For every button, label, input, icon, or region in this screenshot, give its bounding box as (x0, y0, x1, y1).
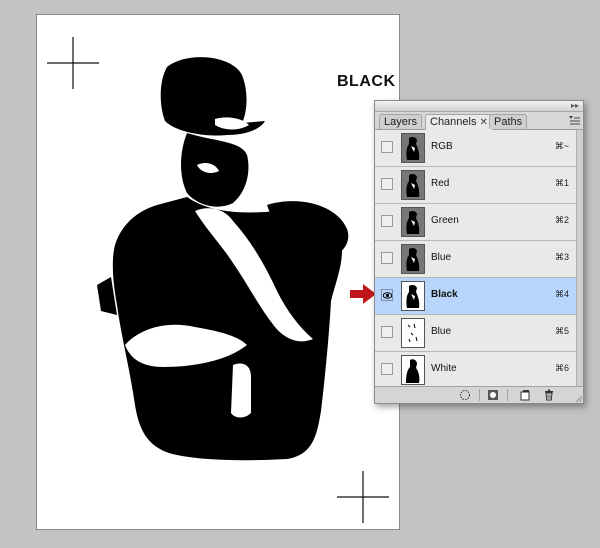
channel-row-blue-spot[interactable]: Blue ⌘5 (375, 315, 583, 352)
panel-menu-icon[interactable] (568, 115, 580, 126)
load-selection-icon[interactable] (457, 389, 473, 401)
panel-titlebar[interactable]: ▸▸ (375, 101, 583, 112)
channel-shortcut: ⌘2 (554, 215, 569, 225)
channel-name: Black (431, 289, 458, 300)
channel-row-black[interactable]: Black ⌘4 (375, 278, 583, 315)
channel-row-rgb[interactable]: RGB ⌘~ (375, 130, 583, 167)
channel-shortcut: ⌘6 (554, 363, 569, 373)
visibility-toggle[interactable] (381, 363, 393, 375)
channel-thumbnail (401, 170, 425, 200)
new-channel-icon[interactable] (517, 389, 533, 401)
channel-row-green[interactable]: Green ⌘2 (375, 204, 583, 241)
tab-layers-label: Layers (384, 116, 418, 128)
channel-thumbnail (401, 133, 425, 163)
channel-shortcut: ⌘4 (554, 289, 569, 299)
channel-name: Blue (431, 252, 452, 263)
tab-layers[interactable]: Layers (379, 114, 423, 129)
footer-divider (479, 389, 480, 401)
trash-icon[interactable] (541, 389, 557, 401)
registration-mark-bottom-right (337, 471, 389, 523)
channel-thumbnail (401, 244, 425, 274)
tab-channels-label: Channels (430, 116, 477, 128)
channel-thumbnail (401, 207, 425, 237)
registration-mark-top-left (47, 37, 99, 89)
tab-paths[interactable]: Paths (489, 114, 528, 129)
channel-shortcut: ⌘3 (554, 252, 569, 262)
panel-tabs: Layers Channels ✕ Paths (375, 112, 583, 130)
footer-divider (507, 389, 508, 401)
collapse-icon[interactable]: ▸▸ (571, 101, 579, 111)
channel-list: RGB ⌘~ Red ⌘1 Green ⌘2 Blue ⌘3 Black ⌘4 … (375, 130, 583, 389)
visibility-toggle[interactable] (381, 252, 393, 264)
visibility-toggle[interactable] (381, 215, 393, 227)
panel-footer (375, 386, 583, 403)
eye-icon (383, 292, 392, 299)
channel-row-red[interactable]: Red ⌘1 (375, 167, 583, 204)
channel-name: Blue (431, 326, 452, 337)
channel-shortcut: ⌘5 (554, 326, 569, 336)
tab-paths-label: Paths (494, 116, 523, 128)
channel-shortcut: ⌘1 (554, 178, 569, 188)
channels-panel: ▸▸ Layers Channels ✕ Paths RGB ⌘~ Red ⌘1… (374, 100, 584, 404)
save-selection-icon[interactable] (485, 389, 501, 401)
channel-name: Green (431, 215, 459, 226)
visibility-toggle[interactable] (381, 326, 393, 338)
channel-row-white[interactable]: White ⌘6 (375, 352, 583, 389)
document-label: BLACK (337, 73, 396, 90)
channel-thumbnail (401, 318, 425, 348)
visibility-toggle[interactable] (381, 141, 393, 153)
visibility-toggle[interactable] (381, 289, 393, 301)
black-channel-artwork (47, 37, 389, 523)
channel-shortcut: ⌘~ (554, 141, 569, 151)
red-arrow-indicator (350, 284, 376, 304)
channel-thumbnail (401, 281, 425, 311)
channel-name: RGB (431, 141, 453, 152)
channel-thumbnail (401, 355, 425, 385)
close-icon[interactable]: ✕ (479, 117, 487, 128)
document-canvas[interactable]: BLACK (36, 14, 400, 530)
channel-name: White (431, 363, 457, 374)
resize-grip-icon[interactable] (574, 394, 582, 402)
tab-channels[interactable]: Channels ✕ (425, 114, 493, 130)
channel-name: Red (431, 178, 450, 189)
channel-row-blue[interactable]: Blue ⌘3 (375, 241, 583, 278)
panel-scrollbar[interactable] (576, 130, 583, 389)
visibility-toggle[interactable] (381, 178, 393, 190)
